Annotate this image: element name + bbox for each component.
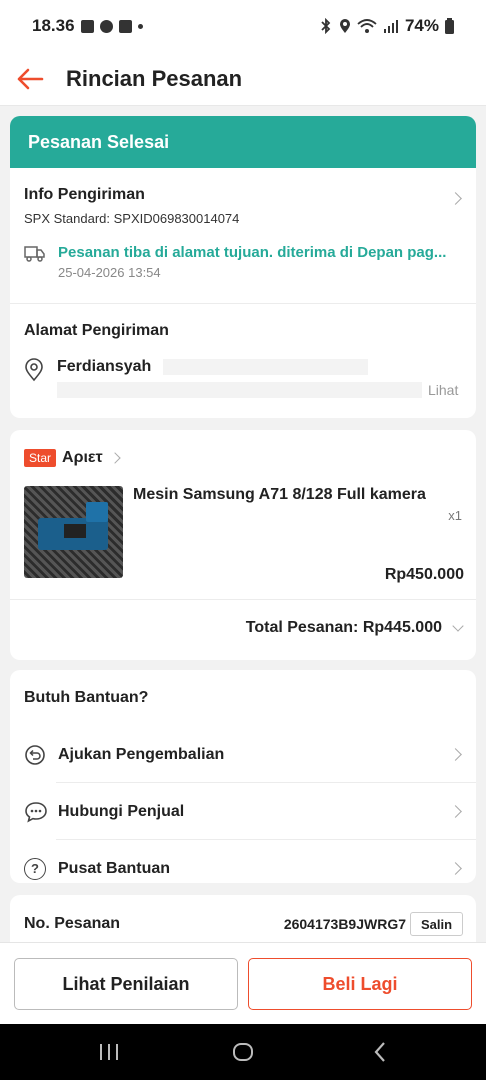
chevron-right-icon [449, 862, 462, 875]
help-item-label: Ajukan Pengembalian [58, 745, 225, 763]
return-icon [25, 744, 45, 765]
battery-level: 74% [404, 16, 439, 35]
signal-icon [383, 20, 398, 33]
app-bar: Rincian Pesanan [0, 52, 486, 106]
view-address-link[interactable]: Lihat [428, 382, 458, 398]
order-status-card: Pesanan Selesai Info Pengiriman SPX Stan… [10, 116, 476, 418]
bottom-action-bar: Lihat Penilaian Beli Lagi [0, 942, 486, 1024]
home-icon[interactable] [232, 1041, 254, 1063]
copy-order-number-button[interactable]: Salin [410, 912, 463, 936]
product-quantity: x1 [448, 508, 462, 523]
product-price: Rp450.000 [384, 566, 464, 583]
star-seller-badge: Star [24, 449, 57, 467]
help-item-help-center[interactable]: ? Pusat Bantuan [10, 840, 476, 883]
product-image-chip [64, 524, 86, 538]
page-title: Rincian Pesanan [66, 65, 243, 91]
product-image[interactable] [24, 486, 123, 578]
chevron-right-icon [449, 805, 462, 818]
chat-icon [25, 801, 47, 823]
bluetooth-icon [321, 18, 331, 34]
help-item-return[interactable]: Ajukan Pengembalian [10, 726, 476, 783]
shipping-courier: SPX Standard: SPXID069830014074 [24, 211, 240, 226]
address-title: Alamat Pengiriman [24, 322, 169, 339]
product-card: Star Αριετ Mesin Samsung A71 8/128 Full … [10, 430, 476, 660]
truck-icon [24, 246, 45, 262]
back-nav-icon[interactable] [372, 1041, 388, 1063]
back-arrow-icon [17, 68, 44, 89]
redacted-address [57, 382, 422, 398]
status-time: 18.36 [32, 16, 75, 35]
more-notifications-icon [137, 23, 143, 29]
status-bar: 18.36 74% [0, 0, 486, 52]
product-image-board-part [86, 502, 108, 522]
back-button[interactable] [0, 52, 60, 106]
help-card: Butuh Bantuan? Ajukan Pengembalian Hubun… [10, 670, 476, 883]
shopee-notification-icon [80, 19, 94, 33]
help-icon: ? [24, 857, 46, 880]
order-number-value: 2604173B9JWRG7 [283, 916, 406, 932]
order-number-label: No. Pesanan [24, 915, 121, 932]
wifi-icon [357, 19, 377, 33]
shipping-info-section[interactable]: Info Pengiriman SPX Standard: SPXID06983… [10, 168, 476, 303]
shop-name: Αριετ [62, 449, 103, 466]
help-item-label: Hubungi Penjual [58, 802, 185, 820]
location-icon [339, 19, 350, 33]
order-total: Total Pesanan: Rp445.000 [245, 619, 442, 636]
battery-icon [445, 18, 454, 34]
shipping-info-title: Info Pengiriman [24, 186, 145, 203]
chevron-down-icon [452, 619, 464, 632]
order-total-row[interactable]: Total Pesanan: Rp445.000 [245, 600, 464, 656]
view-rating-button[interactable]: Lihat Penilaian [14, 958, 238, 1010]
help-item-label: Pusat Bantuan [58, 859, 171, 877]
tracking-status: Pesanan tiba di alamat tujuan. diterima … [58, 244, 447, 261]
buy-again-button[interactable]: Beli Lagi [248, 958, 472, 1010]
recent-apps-icon[interactable] [98, 1042, 120, 1062]
location-pin-icon [25, 358, 43, 382]
product-name[interactable]: Mesin Samsung A71 8/128 Full kamera [133, 486, 463, 504]
tracking-time: 25-04-2026 13:54 [58, 265, 161, 280]
whatsapp-notification-icon [99, 19, 113, 33]
redacted-phone [163, 359, 369, 375]
shop-header[interactable]: Star Αριετ [10, 430, 476, 486]
order-status-banner: Pesanan Selesai [10, 116, 476, 168]
chevron-right-icon [108, 452, 121, 464]
recipient-name: Ferdiansyah [57, 358, 152, 375]
system-nav-bar [0, 1024, 486, 1080]
shipping-address-section: Alamat Pengiriman Ferdiansyah Lihat [10, 304, 476, 398]
help-title: Butuh Bantuan? [24, 689, 149, 706]
chevron-right-icon [449, 748, 462, 761]
help-item-contact-seller[interactable]: Hubungi Penjual [10, 783, 476, 840]
image-notification-icon [118, 19, 132, 33]
